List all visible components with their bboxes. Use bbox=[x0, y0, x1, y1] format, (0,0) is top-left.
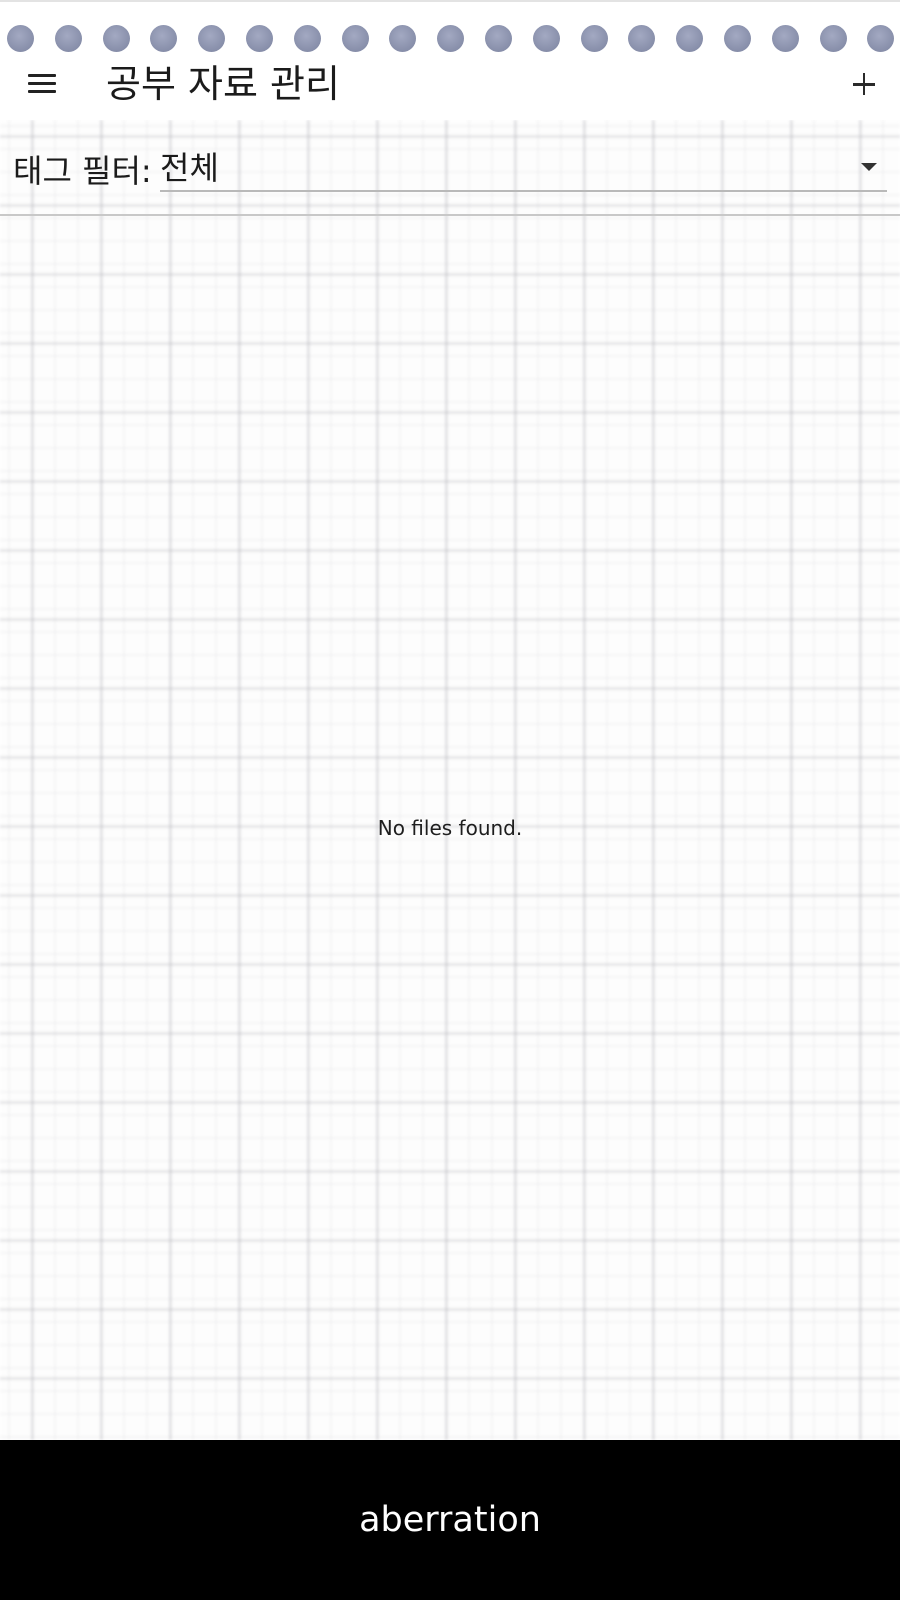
tag-filter-selected-value: 전체 bbox=[160, 149, 219, 187]
binding-dot bbox=[294, 25, 321, 52]
binding-dot bbox=[533, 25, 560, 52]
binding-dot bbox=[55, 25, 82, 52]
binding-dot bbox=[246, 25, 273, 52]
binding-dot bbox=[628, 25, 655, 52]
binding-dot bbox=[676, 25, 703, 52]
binding-dot bbox=[103, 25, 130, 52]
binding-dot bbox=[150, 25, 177, 52]
tag-filter-row: 태그 필터: 전체 bbox=[0, 140, 900, 216]
dropdown-arrow-icon bbox=[861, 163, 877, 171]
binding-dot bbox=[772, 25, 799, 52]
tag-filter-dropdown[interactable]: 전체 bbox=[160, 142, 887, 192]
binding-dot bbox=[437, 25, 464, 52]
binding-dot bbox=[485, 25, 512, 52]
binding-dot bbox=[389, 25, 416, 52]
binding-dot bbox=[342, 25, 369, 52]
page-title: 공부 자료 관리 bbox=[106, 62, 340, 106]
binding-dot bbox=[198, 25, 225, 52]
filter-divider bbox=[0, 214, 900, 216]
add-icon[interactable] bbox=[840, 60, 888, 108]
graph-paper-background bbox=[0, 120, 900, 1440]
bottom-bar: aberration bbox=[0, 1440, 900, 1600]
spiral-binding-dots bbox=[0, 0, 900, 56]
binding-dot bbox=[820, 25, 847, 52]
menu-icon[interactable] bbox=[20, 62, 64, 106]
bottom-bar-text: aberration bbox=[359, 1500, 541, 1540]
empty-state-message: No files found. bbox=[377, 816, 523, 840]
binding-dot bbox=[724, 25, 751, 52]
binding-dot bbox=[867, 25, 894, 52]
app-bar: 공부 자료 관리 bbox=[0, 54, 900, 120]
binding-dot bbox=[581, 25, 608, 52]
tag-filter-label: 태그 필터: bbox=[13, 152, 152, 190]
binding-dot bbox=[7, 25, 34, 52]
